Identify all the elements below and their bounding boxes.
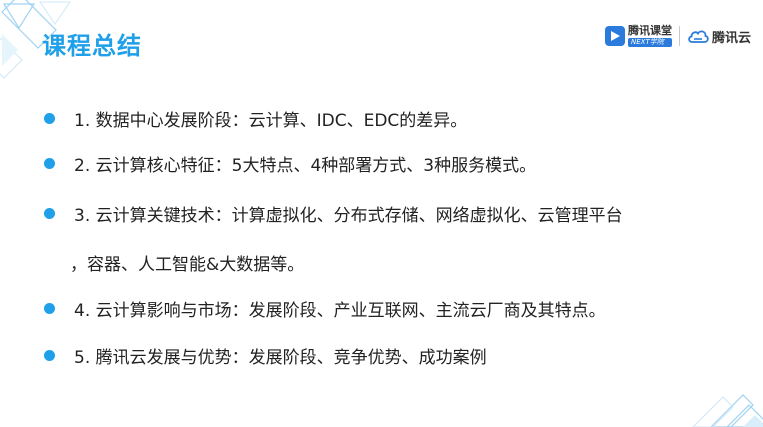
list-item: 2. 云计算核心特征：5大特点、4种部署方式、3种服务模式。 [44, 151, 537, 176]
list-item-continuation: ，容器、人工智能&大数据等。 [70, 254, 305, 275]
slide: 课程总结 腾讯课堂 NEXT学院 腾讯云 1. 数据中心发展阶段：云计算、IDC [0, 0, 763, 427]
bullet-dot-icon [44, 302, 55, 314]
list-item-text: 5. 腾讯云发展与优势：发展阶段、竞争优势、成功案例 [74, 347, 487, 368]
list-item: 5. 腾讯云发展与优势：发展阶段、竞争优势、成功案例 [44, 343, 487, 368]
list-item: 4. 云计算影响与市场：发展阶段、产业互联网、主流云厂商及其特点。 [44, 296, 606, 321]
list-item-text: 4. 云计算影响与市场：发展阶段、产业互联网、主流云厂商及其特点。 [74, 300, 606, 321]
list-item-text: 3. 云计算关键技术：计算虚拟化、分布式存储、网络虚拟化、云管理平台 [74, 205, 623, 226]
list-item-text: 1. 数据中心发展阶段：云计算、IDC、EDC的差异。 [74, 110, 468, 131]
bullet-dot-icon [44, 112, 55, 124]
bullet-dot-icon [44, 157, 55, 169]
list-item: 1. 数据中心发展阶段：云计算、IDC、EDC的差异。 [44, 106, 468, 131]
list-item-text: 2. 云计算核心特征：5大特点、4种部署方式、3种服务模式。 [74, 155, 537, 176]
list-item: 3. 云计算关键技术：计算虚拟化、分布式存储、网络虚拟化、云管理平台 [44, 201, 623, 226]
bullet-dot-icon [44, 349, 55, 361]
bullet-dot-icon [44, 207, 55, 219]
summary-list: 1. 数据中心发展阶段：云计算、IDC、EDC的差异。 2. 云计算核心特征：5… [0, 0, 763, 427]
